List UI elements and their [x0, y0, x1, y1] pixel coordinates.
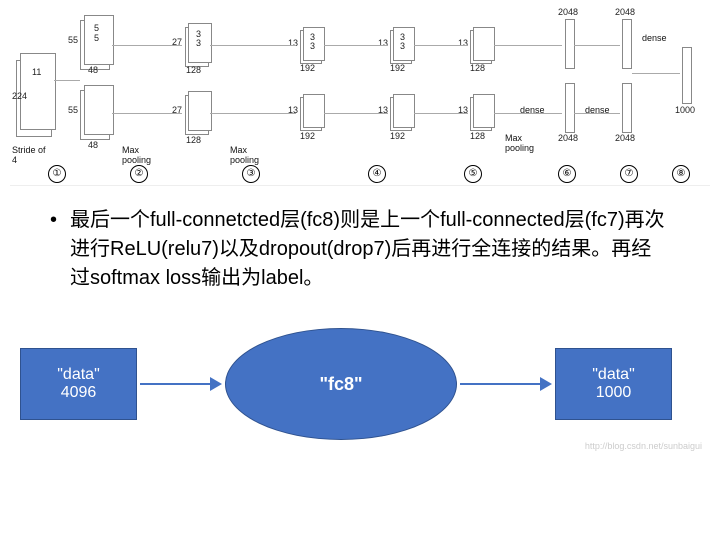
attribution-text: http://blog.csdn.net/sunbaigui	[585, 441, 702, 451]
alexnet-architecture-diagram: 224 11 Stride of 4 5 5 55 48 55 48 Max p…	[10, 5, 710, 186]
layer-number-circle: ④	[368, 165, 386, 183]
flow-sub: 1000	[556, 384, 671, 402]
flow-title: "fc8"	[319, 374, 362, 395]
dim-label: 224	[12, 91, 27, 101]
dim-label: 11	[32, 67, 41, 77]
layer-number-circle: ⑦	[620, 165, 638, 183]
fc8-flow-diagram: "data" 4096 "fc8" "data" 1000 http://blo…	[10, 313, 710, 453]
flow-box-data-4096: "data" 4096	[20, 348, 137, 420]
flow-title: "data"	[21, 366, 136, 384]
layer-number-circle: ⑥	[558, 165, 576, 183]
layer-number-circle: ⑤	[464, 165, 482, 183]
arrow-icon	[460, 377, 552, 391]
layer-number-circle: ⑧	[672, 165, 690, 183]
arrow-icon	[140, 377, 222, 391]
body-text: 最后一个full-connetcted层(fc8)则是上一个full-conne…	[70, 206, 670, 293]
layer-number-circle: ③	[242, 165, 260, 183]
flow-title: "data"	[556, 366, 671, 384]
flow-sub: 4096	[21, 384, 136, 402]
flow-box-data-1000: "data" 1000	[555, 348, 672, 420]
stride-label: Stride of 4	[12, 145, 50, 165]
layer-number-circle: ①	[48, 165, 66, 183]
flow-ellipse-fc8: "fc8"	[225, 328, 457, 440]
layer-number-circle: ②	[130, 165, 148, 183]
